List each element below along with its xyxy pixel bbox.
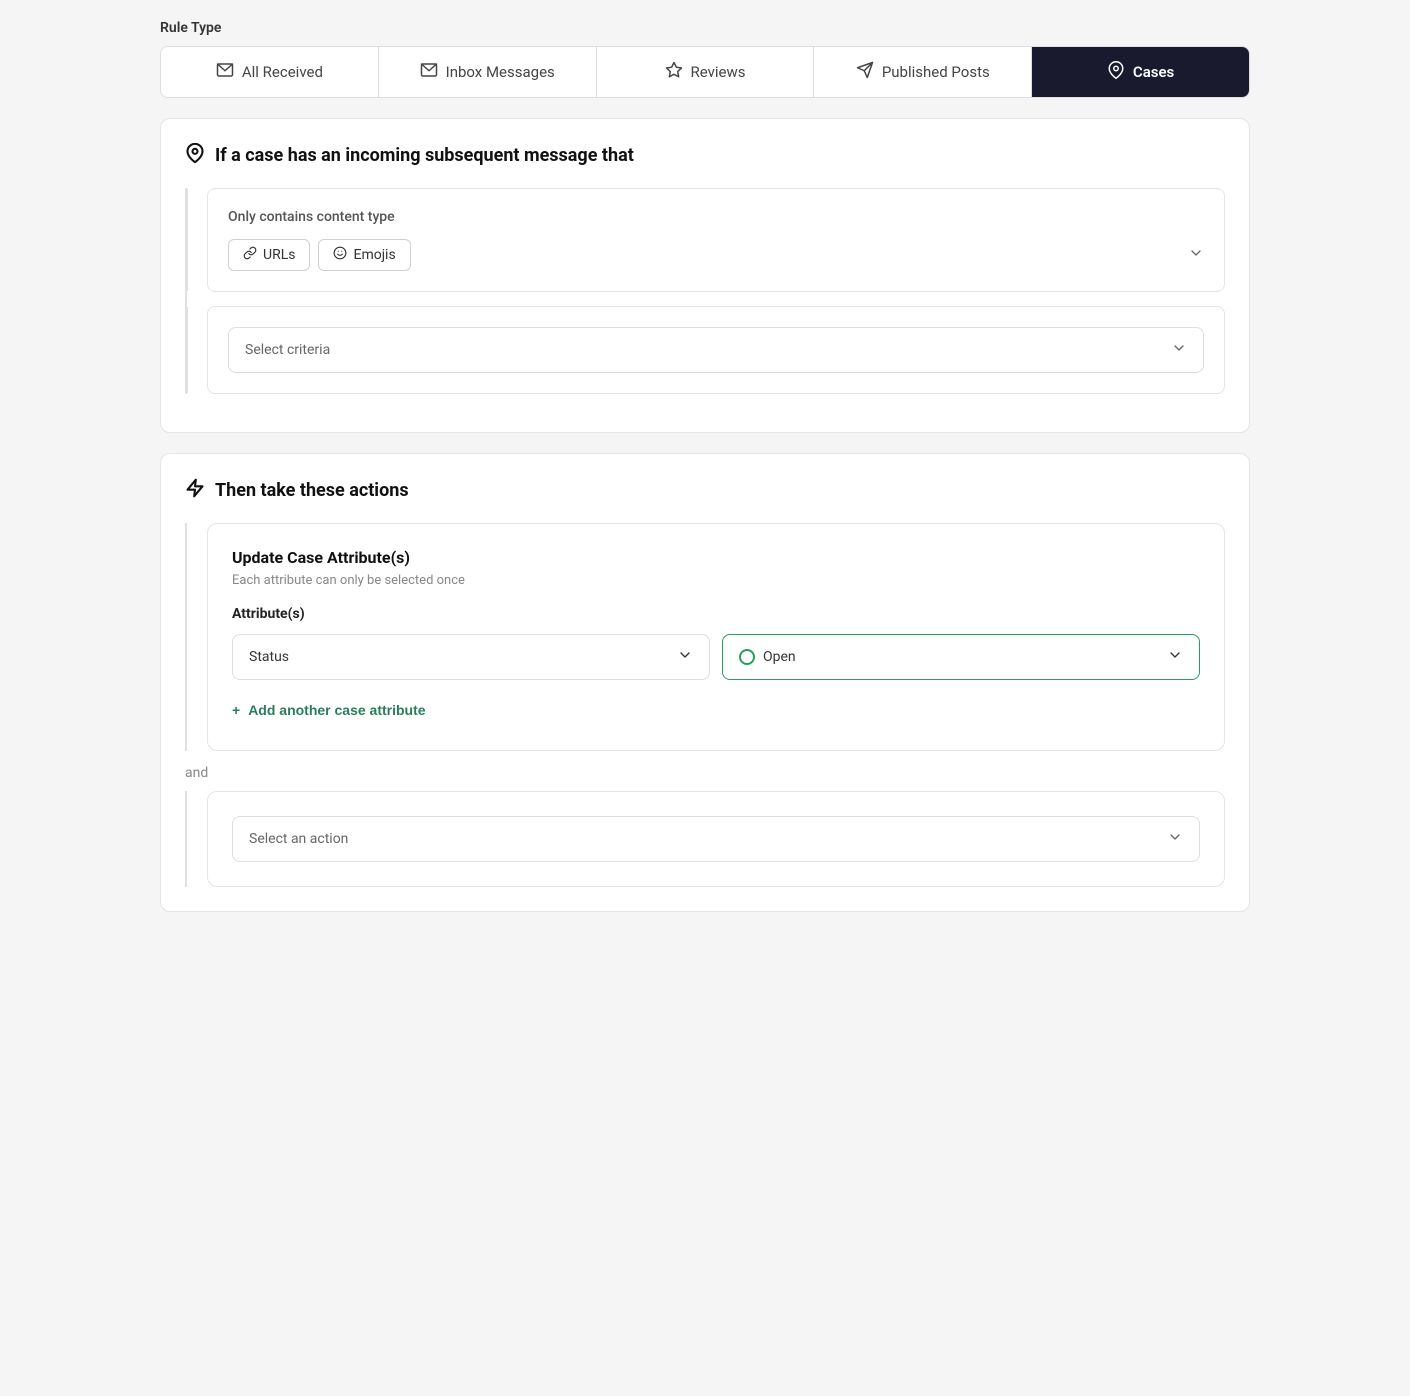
condition-label-1: Only contains content type xyxy=(228,209,1204,225)
add-attribute-plus-icon: + xyxy=(232,702,240,718)
select-action-dropdown[interactable]: Select an action xyxy=(232,816,1200,862)
open-value: Open xyxy=(763,649,796,665)
tag-urls-label: URLs xyxy=(263,247,295,263)
select-action-container: Select an action xyxy=(185,791,1225,887)
cases-icon xyxy=(1107,61,1125,83)
attribute-row: Status Open xyxy=(232,634,1200,680)
all-received-icon xyxy=(216,61,234,83)
attributes-label: Attribute(s) xyxy=(232,606,1200,622)
tags-container: URLs Emojis xyxy=(228,239,1188,271)
condition-section: If a case has an incoming subsequent mes… xyxy=(160,118,1250,433)
inbox-icon xyxy=(420,61,438,83)
condition-header: If a case has an incoming subsequent mes… xyxy=(185,143,1225,168)
conditions-container: Only contains content type URLs xyxy=(185,188,1225,394)
tab-bar: All Received Inbox Messages Reviews xyxy=(160,46,1250,98)
condition-block-1: Only contains content type URLs xyxy=(207,188,1225,292)
select-criteria-arrow xyxy=(1171,340,1187,360)
update-case-attributes-block: Update Case Attribute(s) Each attribute … xyxy=(207,523,1225,751)
rule-type-label: Rule Type xyxy=(160,20,1250,36)
tag-emojis[interactable]: Emojis xyxy=(318,239,410,271)
tag-urls[interactable]: URLs xyxy=(228,239,310,271)
open-status-circle xyxy=(739,649,755,665)
tag-emojis-label: Emojis xyxy=(353,247,395,263)
tab-cases-label: Cases xyxy=(1133,63,1174,81)
select-criteria-dropdown[interactable]: Select criteria xyxy=(228,327,1204,373)
tab-reviews-label: Reviews xyxy=(691,63,746,81)
emoji-icon xyxy=(333,246,347,264)
condition-block-2: Select criteria xyxy=(207,306,1225,394)
action-section: Then take these actions Update Case Attr… xyxy=(160,453,1250,912)
select-action-block: Select an action xyxy=(207,791,1225,887)
tab-all-received-label: All Received xyxy=(242,63,323,81)
action-header: Then take these actions xyxy=(185,478,1225,503)
tab-published-posts[interactable]: Published Posts xyxy=(814,47,1032,97)
tab-inbox-messages-label: Inbox Messages xyxy=(446,63,555,81)
tab-inbox-messages[interactable]: Inbox Messages xyxy=(379,47,597,97)
update-case-attributes-title: Update Case Attribute(s) xyxy=(232,548,1200,567)
status-attribute-dropdown[interactable]: Status xyxy=(232,634,710,680)
select-criteria-placeholder: Select criteria xyxy=(245,342,330,358)
and-label: and xyxy=(185,765,1225,781)
add-attribute-label: Add another case attribute xyxy=(248,702,425,718)
tab-published-posts-label: Published Posts xyxy=(882,63,990,81)
action-title: Then take these actions xyxy=(215,480,409,501)
update-case-attributes-subtitle: Each attribute can only be selected once xyxy=(232,573,1200,588)
status-value: Status xyxy=(249,649,289,665)
select-action-arrow xyxy=(1167,829,1183,849)
content-type-dropdown-arrow[interactable] xyxy=(1188,245,1204,265)
condition-header-icon xyxy=(185,143,205,168)
add-case-attribute-button[interactable]: + Add another case attribute xyxy=(232,694,426,726)
condition-title: If a case has an incoming subsequent mes… xyxy=(215,145,634,166)
actions-container: Update Case Attribute(s) Each attribute … xyxy=(185,523,1225,751)
action-header-icon xyxy=(185,478,205,503)
reviews-icon xyxy=(665,61,683,83)
open-value-dropdown[interactable]: Open xyxy=(722,634,1200,680)
tag-row-with-arrow: URLs Emojis xyxy=(228,239,1204,271)
tab-all-received[interactable]: All Received xyxy=(161,47,379,97)
tab-reviews[interactable]: Reviews xyxy=(597,47,815,97)
published-posts-icon xyxy=(856,61,874,83)
status-open-indicator: Open xyxy=(739,649,796,665)
status-dropdown-arrow xyxy=(677,647,693,667)
url-icon xyxy=(243,246,257,264)
select-action-placeholder: Select an action xyxy=(249,831,348,847)
tab-cases[interactable]: Cases xyxy=(1032,47,1249,97)
open-dropdown-arrow xyxy=(1167,647,1183,667)
